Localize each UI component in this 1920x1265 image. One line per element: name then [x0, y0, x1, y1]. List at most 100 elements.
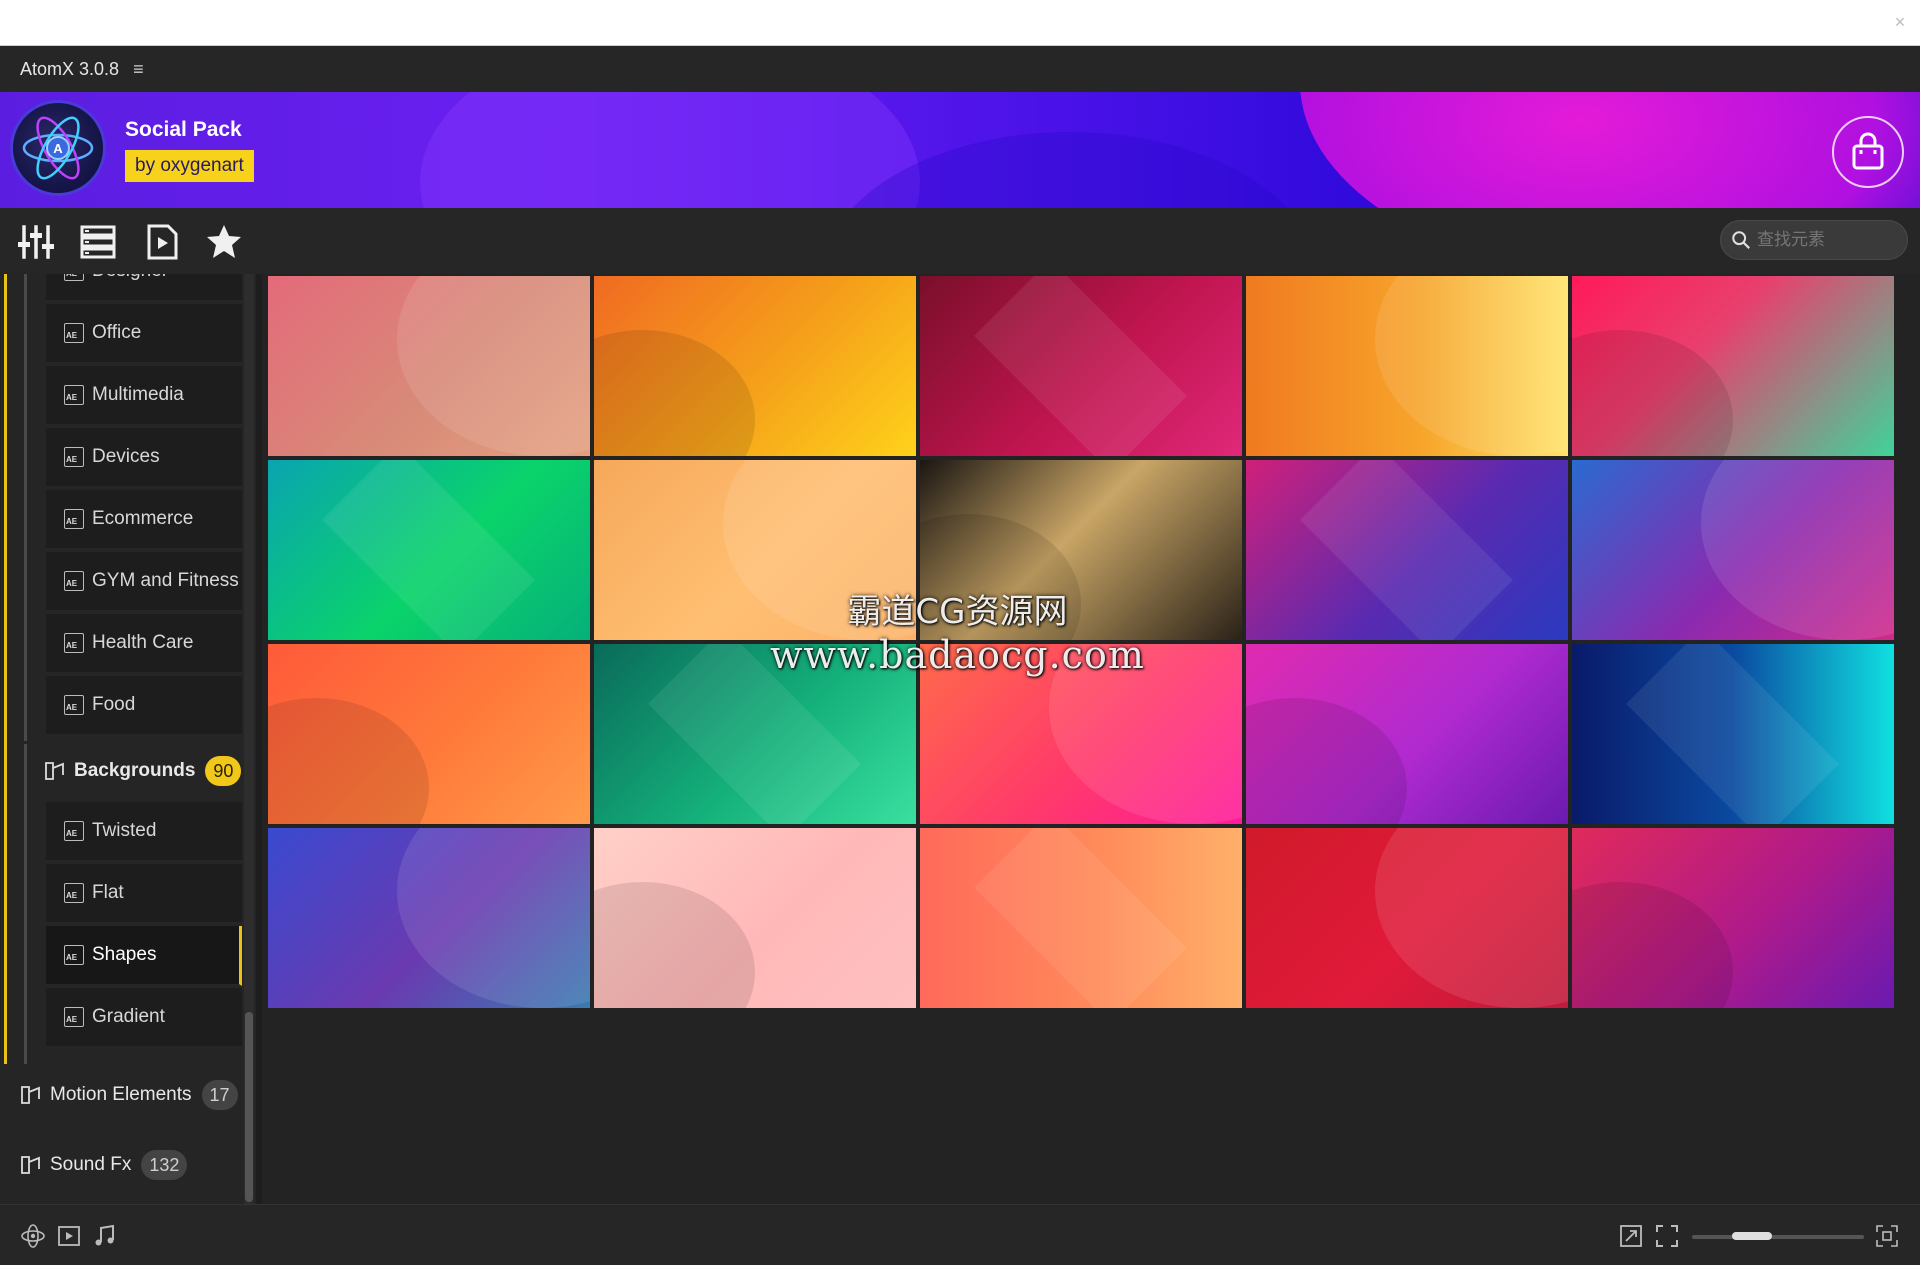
sidebar-item-multimedia[interactable]: AE Multimedia [46, 366, 242, 426]
thumbnail-shape [1626, 644, 1840, 824]
music-icon[interactable] [92, 1223, 118, 1249]
folder-icon [21, 1156, 40, 1174]
app-window: × AtomX 3.0.8 ≡ A Social Pack by oxygena… [0, 0, 1920, 1265]
sidebar-item-gradient[interactable]: AE Gradient [46, 988, 242, 1048]
thumbnail-shape [1374, 276, 1568, 456]
video-icon[interactable] [56, 1223, 82, 1249]
category-label: Sound Fx [50, 1154, 132, 1175]
ae-file-icon: AE [64, 821, 84, 841]
thumbnail-streaks-purple[interactable] [1246, 460, 1568, 640]
atom-logo-icon[interactable]: A [10, 100, 106, 196]
banner-decoration [420, 92, 920, 208]
sidebar-category-motion-elements[interactable]: Motion Elements 17 [20, 1080, 238, 1110]
ae-file-icon: AE [64, 509, 84, 529]
count-badge: 17 [201, 1080, 238, 1110]
thumbnail-waves-peach[interactable] [594, 460, 916, 640]
thumbnail-shape [974, 276, 1188, 456]
sidebar-category-sound-fx[interactable]: Sound Fx 132 [20, 1150, 188, 1180]
thumbnail-shape [1048, 644, 1242, 824]
tree-guide-line [24, 274, 27, 741]
sidebar-item-designer[interactable]: AE Designer [46, 274, 242, 302]
thumbnail-waves-salmon[interactable] [920, 828, 1242, 1008]
expand-icon[interactable] [1618, 1223, 1644, 1249]
list-icon[interactable] [78, 222, 118, 262]
thumbnail-shape [648, 644, 862, 824]
window-close-button[interactable]: × [1886, 8, 1914, 36]
thumbnail-spheres-pink[interactable] [594, 828, 916, 1008]
ae-file-icon: AE [64, 447, 84, 467]
thumbnail-hex-pink[interactable] [920, 644, 1242, 824]
folder-open-icon [45, 762, 64, 780]
thumbnail-circle-magenta[interactable] [920, 276, 1242, 456]
sidebar-item-label: Health Care [92, 632, 194, 653]
thumbnail-shape [594, 882, 755, 1008]
category-label: Backgrounds [74, 760, 196, 781]
thumbnail-shape [1246, 698, 1407, 824]
thumbnail-chevron-gold-black[interactable] [920, 460, 1242, 640]
sidebar-item-label: Food [92, 694, 136, 715]
sidebar-item-label: Twisted [92, 820, 157, 841]
sidebar-item-label: Gradient [92, 1006, 165, 1027]
sidebar-item-health-care[interactable]: AE Health Care [46, 614, 242, 674]
thumbnail-arcs-violet[interactable] [1572, 460, 1894, 640]
ae-file-icon: AE [64, 571, 84, 591]
atom-icon[interactable] [20, 1223, 46, 1249]
thumbnail-chevron-orange[interactable] [268, 644, 590, 824]
sidebar-item-shapes[interactable]: AE Shapes [46, 926, 242, 986]
thumbnail-size-slider[interactable] [1692, 1232, 1864, 1240]
search-input[interactable] [1757, 230, 1907, 250]
thumbnail-arcs-cyan[interactable] [1572, 644, 1894, 824]
thumbnail-stripes-indigo[interactable] [268, 828, 590, 1008]
thumbnail-rings-teal[interactable] [594, 644, 916, 824]
sidebar-item-ecommerce[interactable]: AE Ecommerce [46, 490, 242, 550]
thumbnail-pills-pink-green[interactable] [1572, 276, 1894, 456]
thumbnail-area [262, 274, 1920, 1204]
slider-knob[interactable] [1731, 1232, 1772, 1240]
thumbnail-shape [268, 698, 429, 824]
sidebar-category-backgrounds[interactable]: Backgrounds 90 [44, 756, 242, 786]
folder-icon [21, 1086, 40, 1104]
sidebar-item-label: Devices [92, 446, 160, 467]
thumbnail-chevron-red[interactable] [1246, 828, 1568, 1008]
search-box[interactable] [1720, 220, 1908, 260]
sliders-icon[interactable] [16, 222, 56, 262]
pack-author-badge[interactable]: by oxygenart [125, 150, 254, 182]
grid-size-icon[interactable] [1874, 1223, 1900, 1249]
app-title: AtomX 3.0.8 [20, 58, 120, 79]
thumbnail-shape [1374, 828, 1568, 1008]
play-file-icon[interactable] [142, 222, 182, 262]
ae-file-icon: AE [64, 695, 84, 715]
category-label: Motion Elements [50, 1084, 192, 1105]
tree-guide-line [24, 744, 27, 1064]
ae-file-icon: AE [64, 385, 84, 405]
thumbnail-chevron-yellow[interactable] [1246, 276, 1568, 456]
thumbnail-rings-orange[interactable] [594, 276, 916, 456]
thumbnail-circles-purple[interactable] [1246, 644, 1568, 824]
thumbnail-shape [396, 828, 590, 1008]
sidebar-item-food[interactable]: AE Food [46, 676, 242, 736]
sidebar-item-twisted[interactable]: AE Twisted [46, 802, 242, 862]
window-top-strip: × [0, 0, 1920, 46]
sidebar-item-flat[interactable]: AE Flat [46, 864, 242, 924]
thumbnail-bubbles-green[interactable] [268, 460, 590, 640]
thumbnail-shape [1572, 330, 1733, 456]
pack-name: Social Pack [125, 118, 242, 141]
status-bar [0, 1204, 1920, 1265]
star-icon[interactable] [204, 222, 244, 262]
sidebar-item-label: Shapes [92, 944, 157, 965]
sidebar-item-gym-fitness[interactable]: AE GYM and Fitness [46, 552, 242, 612]
thumbnail-stripes-coral[interactable] [268, 276, 590, 456]
ae-file-icon: AE [64, 883, 84, 903]
thumbnail-grid [268, 276, 1894, 1008]
sidebar-item-devices[interactable]: AE Devices [46, 428, 242, 488]
ae-file-icon: AE [64, 274, 84, 281]
sidebar-item-office[interactable]: AE Office [46, 304, 242, 364]
tree-guide-line [4, 274, 7, 1064]
thumbnail-arcs-magenta[interactable] [1572, 828, 1894, 1008]
svg-text:A: A [53, 141, 63, 156]
shopping-bag-icon[interactable] [1832, 116, 1904, 188]
thumbnail-shape [1700, 460, 1894, 640]
fullscreen-icon[interactable] [1654, 1223, 1680, 1249]
hamburger-menu-icon[interactable]: ≡ [133, 59, 144, 80]
sidebar-scrollbar-thumb[interactable] [245, 1012, 253, 1202]
